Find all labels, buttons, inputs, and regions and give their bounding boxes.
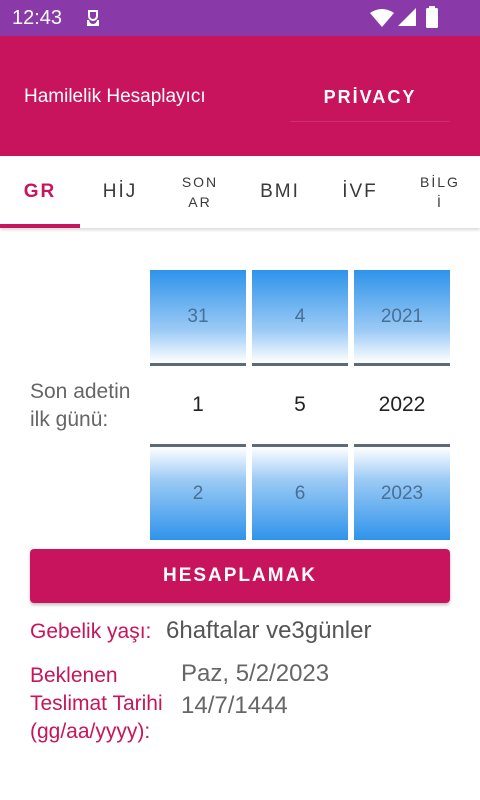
- month-prev-value[interactable]: 4: [252, 270, 348, 366]
- active-tab-indicator: [0, 224, 80, 228]
- status-time: 12:43: [12, 7, 63, 29]
- tab-bmi[interactable]: BMI: [240, 156, 320, 228]
- lmp-label: Son adetin ilk günü:: [30, 380, 131, 431]
- month-current-value[interactable]: 5: [252, 366, 348, 444]
- tab-hij[interactable]: HİJ: [80, 156, 160, 228]
- tab-bilgi[interactable]: BİLG İ: [400, 156, 480, 228]
- privacy-button[interactable]: PRİVACY: [290, 72, 450, 122]
- day-picker[interactable]: 31 1 2: [150, 270, 246, 540]
- battery-icon: [426, 6, 438, 28]
- year-picker[interactable]: 2021 2022 2023: [354, 270, 450, 540]
- month-picker[interactable]: 4 5 6: [252, 270, 348, 540]
- tab-bar: GR HİJ SON AR BMI İVF BİLG İ: [0, 156, 480, 228]
- app-notification-icon: [87, 10, 99, 26]
- signal-icon: [398, 8, 416, 26]
- day-prev-value[interactable]: 31: [150, 270, 246, 366]
- due-date-label: Beklenen Teslimat Tarihi (gg/aa/yyyy):: [30, 664, 163, 743]
- tab-ivf[interactable]: İVF: [320, 156, 400, 228]
- gestational-age-value: 6haftalar ve3günler: [166, 617, 372, 644]
- tab-son-ar[interactable]: SON AR: [160, 156, 240, 228]
- due-date-gregorian: Paz, 5/2/2023: [181, 660, 330, 687]
- tab-bilgi-line2: İ: [437, 194, 443, 210]
- year-prev-value[interactable]: 2021: [354, 270, 450, 366]
- tab-gr[interactable]: GR: [0, 156, 80, 228]
- day-current-value[interactable]: 1: [150, 366, 246, 444]
- calculate-button[interactable]: HESAPLAMAK: [30, 549, 450, 603]
- year-next-value[interactable]: 2023: [354, 444, 450, 540]
- month-next-value[interactable]: 6: [252, 444, 348, 540]
- status-bar: 12:43: [0, 0, 480, 36]
- app-title: Hamilelik Hesaplayıcı: [24, 86, 206, 107]
- due-date-hijri: 14/7/1444: [181, 692, 288, 719]
- gestational-age-label: Gebelik yaşı:: [30, 620, 152, 643]
- year-current-value[interactable]: 2022: [354, 366, 450, 444]
- day-next-value[interactable]: 2: [150, 444, 246, 540]
- app-bar: Hamilelik Hesaplayıcı PRİVACY: [0, 36, 480, 156]
- tab-bilgi-line1: BİLG: [420, 174, 460, 190]
- wifi-icon: [370, 9, 394, 27]
- tab-son-ar-line1: SON: [181, 174, 219, 190]
- tab-son-ar-line2: AR: [188, 194, 212, 210]
